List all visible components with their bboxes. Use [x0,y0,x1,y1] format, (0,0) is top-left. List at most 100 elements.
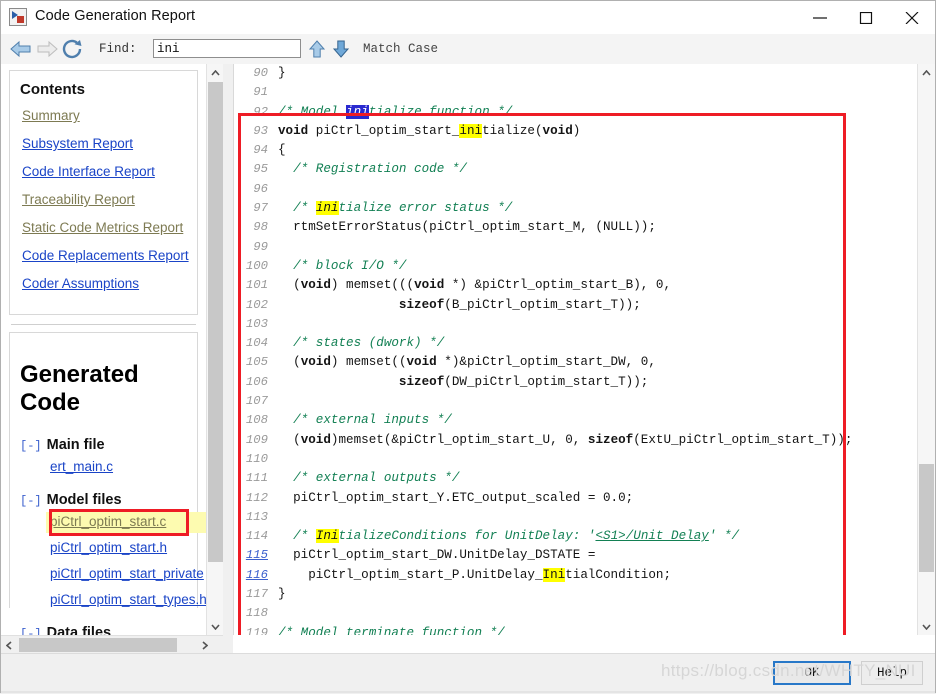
generated-code-tree: [-]Main file ert_main.c [-] Model files piCt… [20,437,187,635]
tree-group-0[interactable]: [-]Main file [20,437,187,453]
tree-group-label: Model files [47,492,122,508]
ok-button[interactable]: OK [773,661,851,685]
sidebar-divider [11,324,196,325]
match-case-label[interactable]: Match Case [363,42,438,56]
code-line: 106 sizeof(DW_piCtrl_optim_start_T)); [234,373,920,392]
line-number: 119 [234,624,268,635]
code-line: 109 (void)memset(&piCtrl_optim_start_U, … [234,431,920,450]
code-line: 119 /* Model terminate function */ [234,624,920,635]
code-vertical-scrollbar[interactable] [917,64,935,635]
chevron-up-icon[interactable] [207,64,224,81]
contents-title: Contents [20,81,187,98]
dialog-footer: OK Help [1,653,935,694]
search-input[interactable] [153,39,301,58]
contents-sidebar: Contents Summary Subsystem Report Code Int… [1,64,206,635]
source-code-viewer[interactable]: 90}9192/* Model initialize function */93… [233,64,920,635]
contents-link-4[interactable]: Static Code Metrics Report [22,220,187,236]
collapse-toggle-icon[interactable]: [-] [20,439,42,453]
line-number: 100 [234,257,268,276]
code-line: 94{ [234,141,920,160]
generated-code-title: Generated Code [20,361,187,417]
chevron-down-icon[interactable] [207,618,224,635]
line-number: 102 [234,296,268,315]
code-line: 102 sizeof(B_piCtrl_optim_start_T)); [234,296,920,315]
contents-link-6[interactable]: Coder Assumptions [22,276,187,292]
sidebar-vertical-scrollbar[interactable] [206,64,224,635]
contents-link-1[interactable]: Subsystem Report [22,136,187,152]
help-button[interactable]: Help [861,661,923,685]
maximize-button[interactable] [843,1,889,33]
code-scrollbar-thumb[interactable] [919,464,934,572]
contents-link-2[interactable]: Code Interface Report [22,164,187,180]
code-text: sizeof(DW_piCtrl_optim_start_T)); [278,373,648,392]
line-number: 95 [234,160,268,179]
collapse-toggle-icon[interactable]: [-] [20,627,42,635]
code-line: 104 /* states (dwork) */ [234,334,920,353]
line-number: 113 [234,508,268,527]
red-highlight-rectangle [49,509,189,536]
collapse-toggle-icon[interactable]: [-] [20,494,42,508]
code-text: piCtrl_optim_start_Y.ETC_output_scaled =… [278,489,633,508]
line-number: 96 [234,180,268,199]
code-text: piCtrl_optim_start_DW.UnitDelay_DSTATE = [278,546,595,565]
line-number: 92 [234,103,268,122]
panel-splitter[interactable] [223,64,233,664]
minimize-button[interactable] [797,1,843,33]
line-number: 104 [234,334,268,353]
contents-link-5[interactable]: Code Replacements Report [22,248,187,264]
tree-group-1[interactable]: [-] Model files [20,492,187,508]
tree-group-label: Data files [47,625,111,635]
find-label: Find: [99,42,137,56]
code-text: (void) memset((void *)&piCtrl_optim_star… [278,353,656,372]
code-line: 98 rtmSetErrorStatus(piCtrl_optim_start_… [234,218,920,237]
sidebar-horizontal-scrollbar[interactable] [1,635,223,654]
line-number: 98 [234,218,268,237]
code-line: 118 [234,604,920,623]
line-number: 93 [234,122,268,141]
chevron-left-icon[interactable] [1,636,17,654]
code-line: 103 [234,315,920,334]
file-link-1-1[interactable]: piCtrl_optim_start.h [50,538,187,558]
code-text: } [278,64,286,83]
code-line: 110 [234,450,920,469]
code-line: 108 /* external inputs */ [234,411,920,430]
code-line: 107 [234,392,920,411]
line-number[interactable]: 115 [234,546,268,565]
contents-link-0[interactable]: Summary [22,108,187,124]
arrow-up-icon[interactable] [307,38,327,60]
code-text: { [278,141,286,160]
code-line: 113 [234,508,920,527]
line-number: 110 [234,450,268,469]
tree-group-2[interactable]: [-] Data files [20,625,187,635]
line-number: 108 [234,411,268,430]
code-line: 92/* Model initialize function */ [234,103,920,122]
line-number[interactable]: 116 [234,566,268,585]
chevron-up-icon[interactable] [918,64,935,81]
file-link-1-3[interactable]: piCtrl_optim_start_types.h [50,590,187,610]
contents-link-3[interactable]: Traceability Report [22,192,187,208]
code-line: 90} [234,64,920,83]
arrow-down-icon[interactable] [331,38,351,60]
code-text: piCtrl_optim_start_P.UnitDelay_InitialCo… [278,566,671,585]
code-line: 101 (void) memset(((void *) &piCtrl_opti… [234,276,920,295]
line-number: 114 [234,527,268,546]
tree-group-spacer [20,483,187,492]
file-link-1-2[interactable]: piCtrl_optim_start_private [50,564,187,584]
code-line: 114 /* InitializeConditions for UnitDela… [234,527,920,546]
close-button[interactable] [889,1,935,33]
code-line: 100 /* block I/O */ [234,257,920,276]
chevron-right-icon[interactable] [197,636,213,654]
sidebar-hscrollbar-thumb[interactable] [19,638,177,652]
line-number: 106 [234,373,268,392]
back-arrow-icon[interactable] [9,38,33,60]
file-link-0-0[interactable]: ert_main.c [50,457,187,477]
code-text: } [278,585,286,604]
code-line: 99 [234,238,920,257]
refresh-icon[interactable] [61,38,85,60]
code-text: /* Model terminate function */ [278,624,505,635]
code-text: /* external outputs */ [278,469,459,488]
sidebar-scrollbar-thumb[interactable] [208,82,223,562]
chevron-down-icon[interactable] [918,618,935,635]
code-text: /* states (dwork) */ [278,334,444,353]
generated-code-card: Generated Code [-]Main file ert_main.c [-]… [9,332,198,608]
